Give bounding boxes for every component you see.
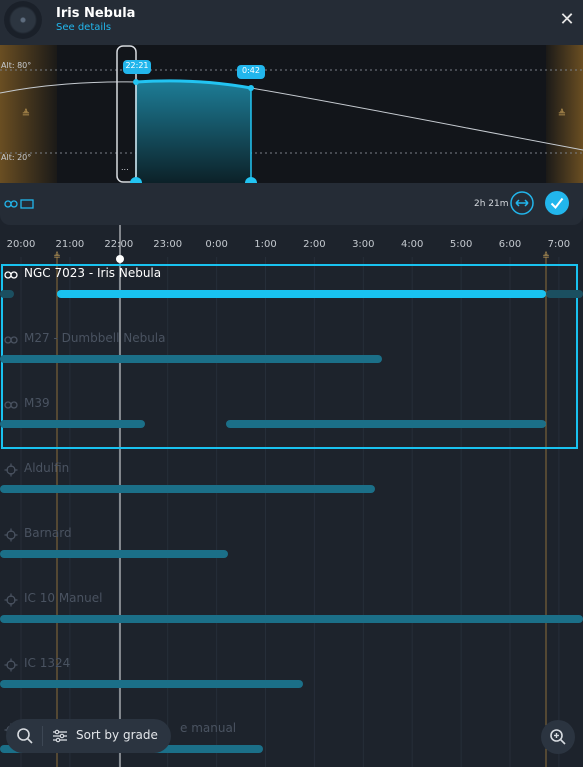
header: Iris Nebula See details ✕ (0, 0, 583, 45)
start-time-text: 22:21 (125, 61, 149, 70)
target-row-name[interactable]: Barnard (24, 526, 72, 540)
timeline: ≜ ≜ 20:00 21:00 22:00 23:00 0:00 1:00 2:00 3:00… (0, 225, 583, 767)
altitude-panel: ≜ ≜ Alt: 80° Alt: 20° 22:21 0:42 ... (0, 45, 583, 183)
crosshair-icon[interactable] (4, 593, 18, 607)
hour-tick-label: 7:00 (547, 239, 571, 250)
visibility-bar[interactable] (0, 290, 14, 298)
target-row-name[interactable]: IC 10 Manuel (24, 591, 102, 605)
target-row-name[interactable]: NGC 7023 - Iris Nebula (24, 266, 161, 280)
svg-text:≜: ≜ (53, 251, 61, 262)
visibility-bar[interactable] (0, 485, 375, 493)
hour-tick-label: 4:00 (400, 239, 424, 250)
hour-tick-label: 2:00 (303, 239, 326, 250)
svg-text:≜: ≜ (558, 108, 566, 120)
target-thumbnail (4, 1, 42, 39)
now-marker (116, 255, 124, 263)
see-details-link[interactable]: See details (56, 22, 111, 33)
now-handle-dots: ... (121, 163, 129, 172)
linked-icon[interactable] (4, 333, 18, 347)
alt-high-label: Alt: 80° (1, 61, 32, 70)
visibility-bar[interactable] (546, 290, 583, 298)
hour-tick-label: 6:00 (498, 239, 522, 250)
hour-tick-label: 23:00 (153, 239, 183, 250)
duration-label: 2h 21m (474, 199, 509, 209)
linked-icon[interactable] (4, 268, 18, 282)
crosshair-icon[interactable] (4, 463, 18, 477)
hour-tick-label: 21:00 (55, 239, 85, 250)
confirm-check-icon[interactable] (545, 191, 569, 215)
linked-icon[interactable] (4, 398, 18, 412)
hour-tick-label: 0:00 (205, 239, 228, 250)
toolbar-divider (42, 726, 43, 746)
sort-label[interactable]: Sort by grade (76, 728, 158, 742)
target-row-name[interactable]: IC 1324 (24, 656, 70, 670)
visibility-bar[interactable] (57, 290, 546, 298)
hour-tick-label: 3:00 (352, 239, 375, 250)
altitude-curve (0, 80, 583, 151)
visibility-bar[interactable] (0, 420, 145, 428)
alt-low-label: Alt: 20° (1, 153, 32, 162)
end-time-text: 0:42 (242, 66, 260, 75)
expand-range-icon[interactable] (510, 191, 534, 215)
svg-text:≜: ≜ (542, 251, 550, 262)
filter-sliders-icon[interactable] (52, 729, 68, 743)
altitude-controls: 2h 21m (0, 183, 583, 225)
target-row-name[interactable]: e manual (180, 721, 236, 735)
crosshair-icon[interactable] (4, 658, 18, 672)
hour-tick-label: 1:00 (254, 239, 277, 250)
visibility-bar[interactable] (0, 615, 583, 623)
search-icon[interactable] (16, 727, 34, 745)
visibility-bar[interactable] (226, 420, 546, 428)
zoom-button[interactable] (541, 720, 575, 754)
altitude-chart: ≜ ≜ (0, 45, 583, 183)
selected-window (136, 80, 251, 183)
target-title: Iris Nebula (56, 6, 136, 21)
target-row-name[interactable]: Aldulfin (24, 461, 69, 475)
svg-text:≜: ≜ (22, 108, 30, 120)
hour-tick-label: 22:00 (104, 239, 134, 250)
zoom-in-icon[interactable] (549, 728, 567, 746)
visibility-bar[interactable] (0, 550, 228, 558)
crosshair-icon[interactable] (4, 528, 18, 542)
sort-toolbar[interactable]: Sort by grade (6, 719, 171, 753)
visibility-bar[interactable] (0, 355, 382, 363)
linked-frame-icon[interactable] (4, 197, 36, 211)
visibility-bar[interactable] (0, 680, 303, 688)
close-icon[interactable]: ✕ (555, 8, 579, 32)
hour-tick-label: 20:00 (6, 239, 36, 250)
hour-tick-label: 5:00 (449, 239, 473, 250)
target-row-name[interactable]: M39 (24, 396, 50, 410)
target-row-name[interactable]: M27 - Dumbbell Nebula (24, 331, 166, 345)
